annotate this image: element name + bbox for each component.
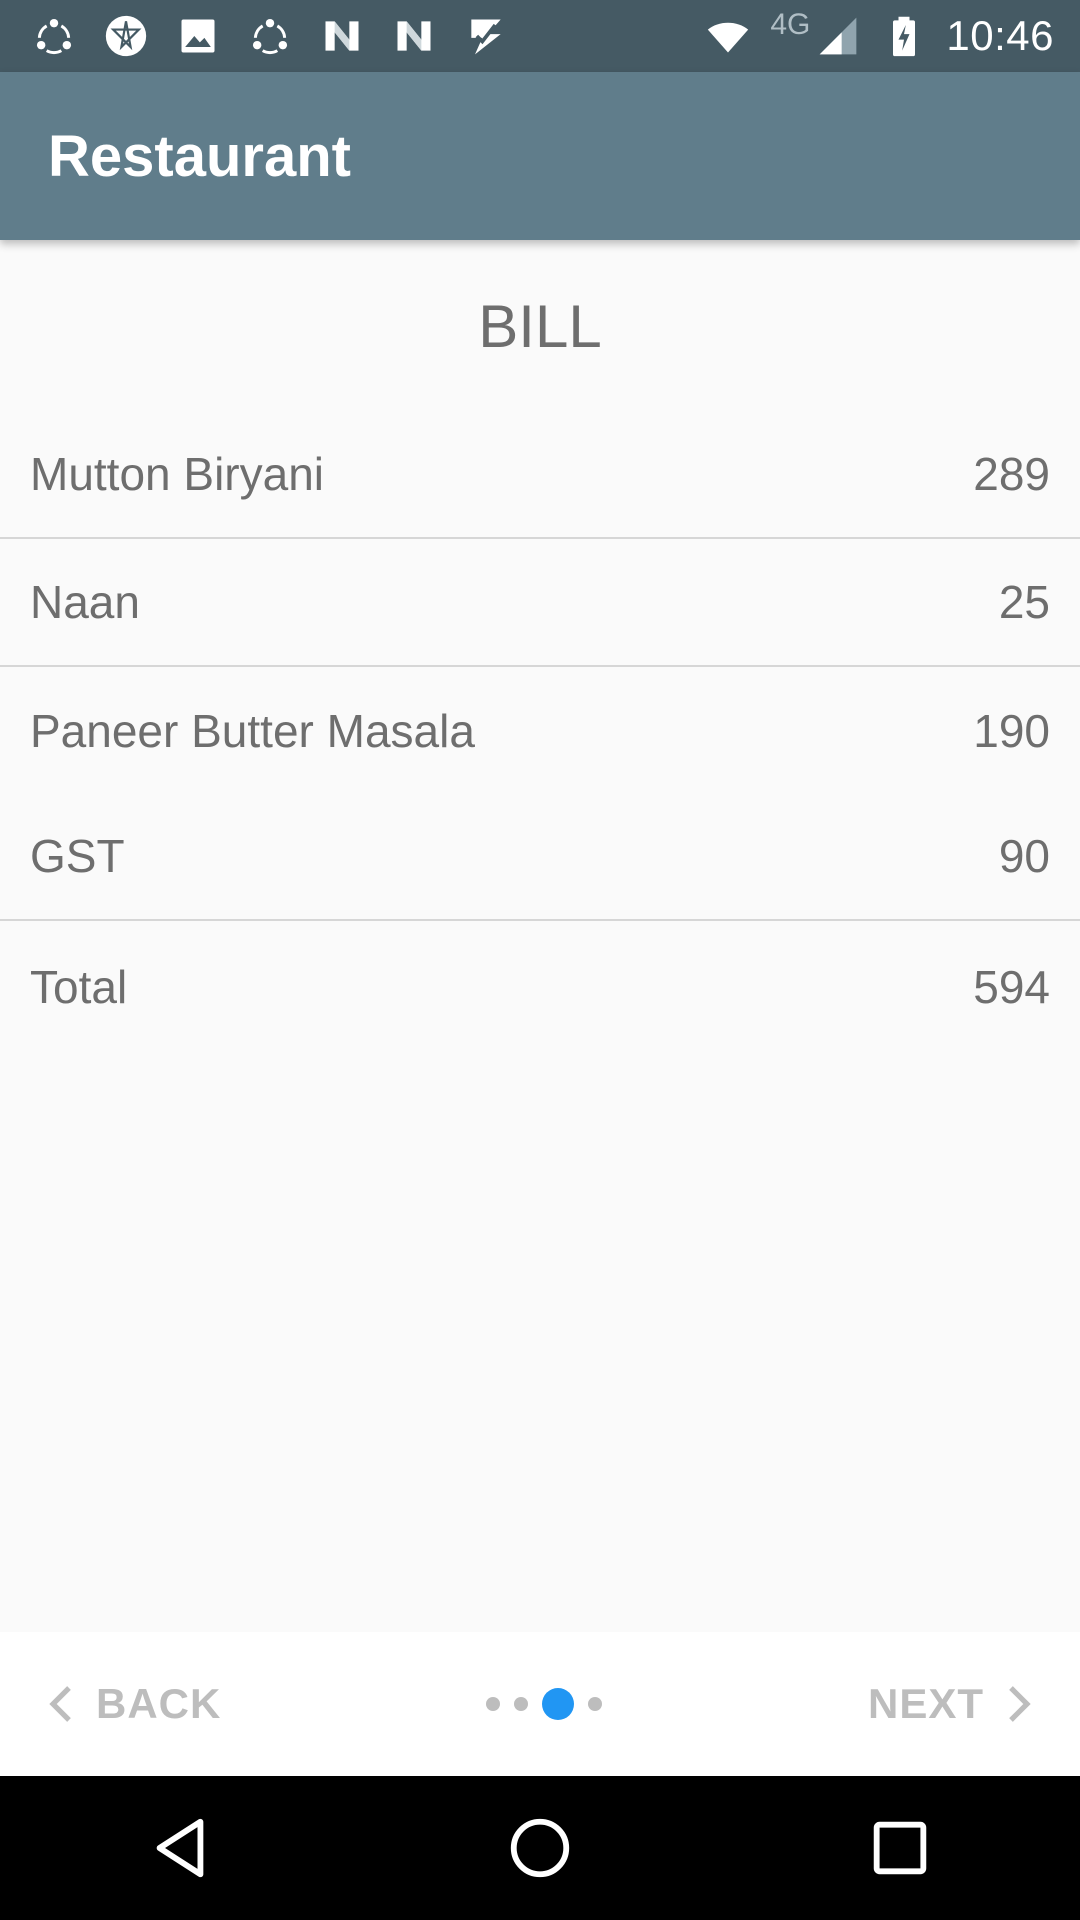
notification-icons <box>0 0 510 72</box>
page-dot <box>588 1697 602 1711</box>
total-label: Total <box>30 961 128 1013</box>
total-row: Total 594 <box>0 923 1080 1051</box>
recents-nav-icon[interactable] <box>855 1803 945 1893</box>
signal-icon <box>814 12 862 60</box>
app-bar: Restaurant <box>0 72 1080 240</box>
item-price: 289 <box>973 448 1050 500</box>
item-price: 190 <box>973 705 1050 757</box>
share-icon <box>246 12 294 60</box>
tax-label: GST <box>30 830 125 882</box>
bill-content: BILL Mutton Biryani 289 Naan 25 Paneer B… <box>0 240 1080 1632</box>
bill-row: Mutton Biryani 289 <box>0 411 1080 539</box>
item-name: Mutton Biryani <box>30 448 325 500</box>
item-price: 25 <box>998 576 1050 628</box>
share-icon <box>30 12 78 60</box>
back-nav-icon[interactable] <box>135 1803 225 1893</box>
bill-title: BILL <box>478 293 602 360</box>
chevron-left-icon <box>49 1686 71 1722</box>
page-dot <box>486 1697 500 1711</box>
app-title: Restaurant <box>48 123 351 189</box>
check-icon <box>462 12 510 60</box>
clock: 10:46 <box>946 12 1054 59</box>
home-nav-icon[interactable] <box>495 1803 585 1893</box>
bill-row: Naan 25 <box>0 539 1080 667</box>
bill-row: Paneer Butter Masala 190 <box>0 667 1080 795</box>
chevron-right-icon <box>1009 1686 1031 1722</box>
page-indicator <box>486 1632 602 1776</box>
n-icon <box>390 12 438 60</box>
battery-icon <box>880 12 928 60</box>
system-nav-bar <box>0 1776 1080 1920</box>
stepper-nav: BACK NEXT <box>0 1632 1080 1776</box>
next-button-label: NEXT <box>867 1680 984 1727</box>
tax-amount: 90 <box>998 830 1050 882</box>
network-type-label: 4G <box>770 8 811 41</box>
aperture-icon <box>102 12 150 60</box>
item-name: Naan <box>30 576 140 628</box>
wifi-icon <box>704 12 752 60</box>
image-icon <box>174 12 222 60</box>
status-bar: 4G 10:46 <box>0 0 1080 72</box>
page-dot-active <box>542 1688 574 1720</box>
back-button[interactable]: BACK <box>44 1680 221 1728</box>
item-name: Paneer Butter Masala <box>30 705 475 757</box>
system-status: 4G 10:46 <box>704 0 1080 72</box>
page-dot <box>514 1697 528 1711</box>
total-amount: 594 <box>973 961 1050 1013</box>
next-button[interactable]: NEXT <box>868 1680 1036 1728</box>
tax-row: GST 90 <box>0 793 1080 921</box>
n-icon <box>318 12 366 60</box>
back-button-label: BACK <box>96 1680 222 1727</box>
